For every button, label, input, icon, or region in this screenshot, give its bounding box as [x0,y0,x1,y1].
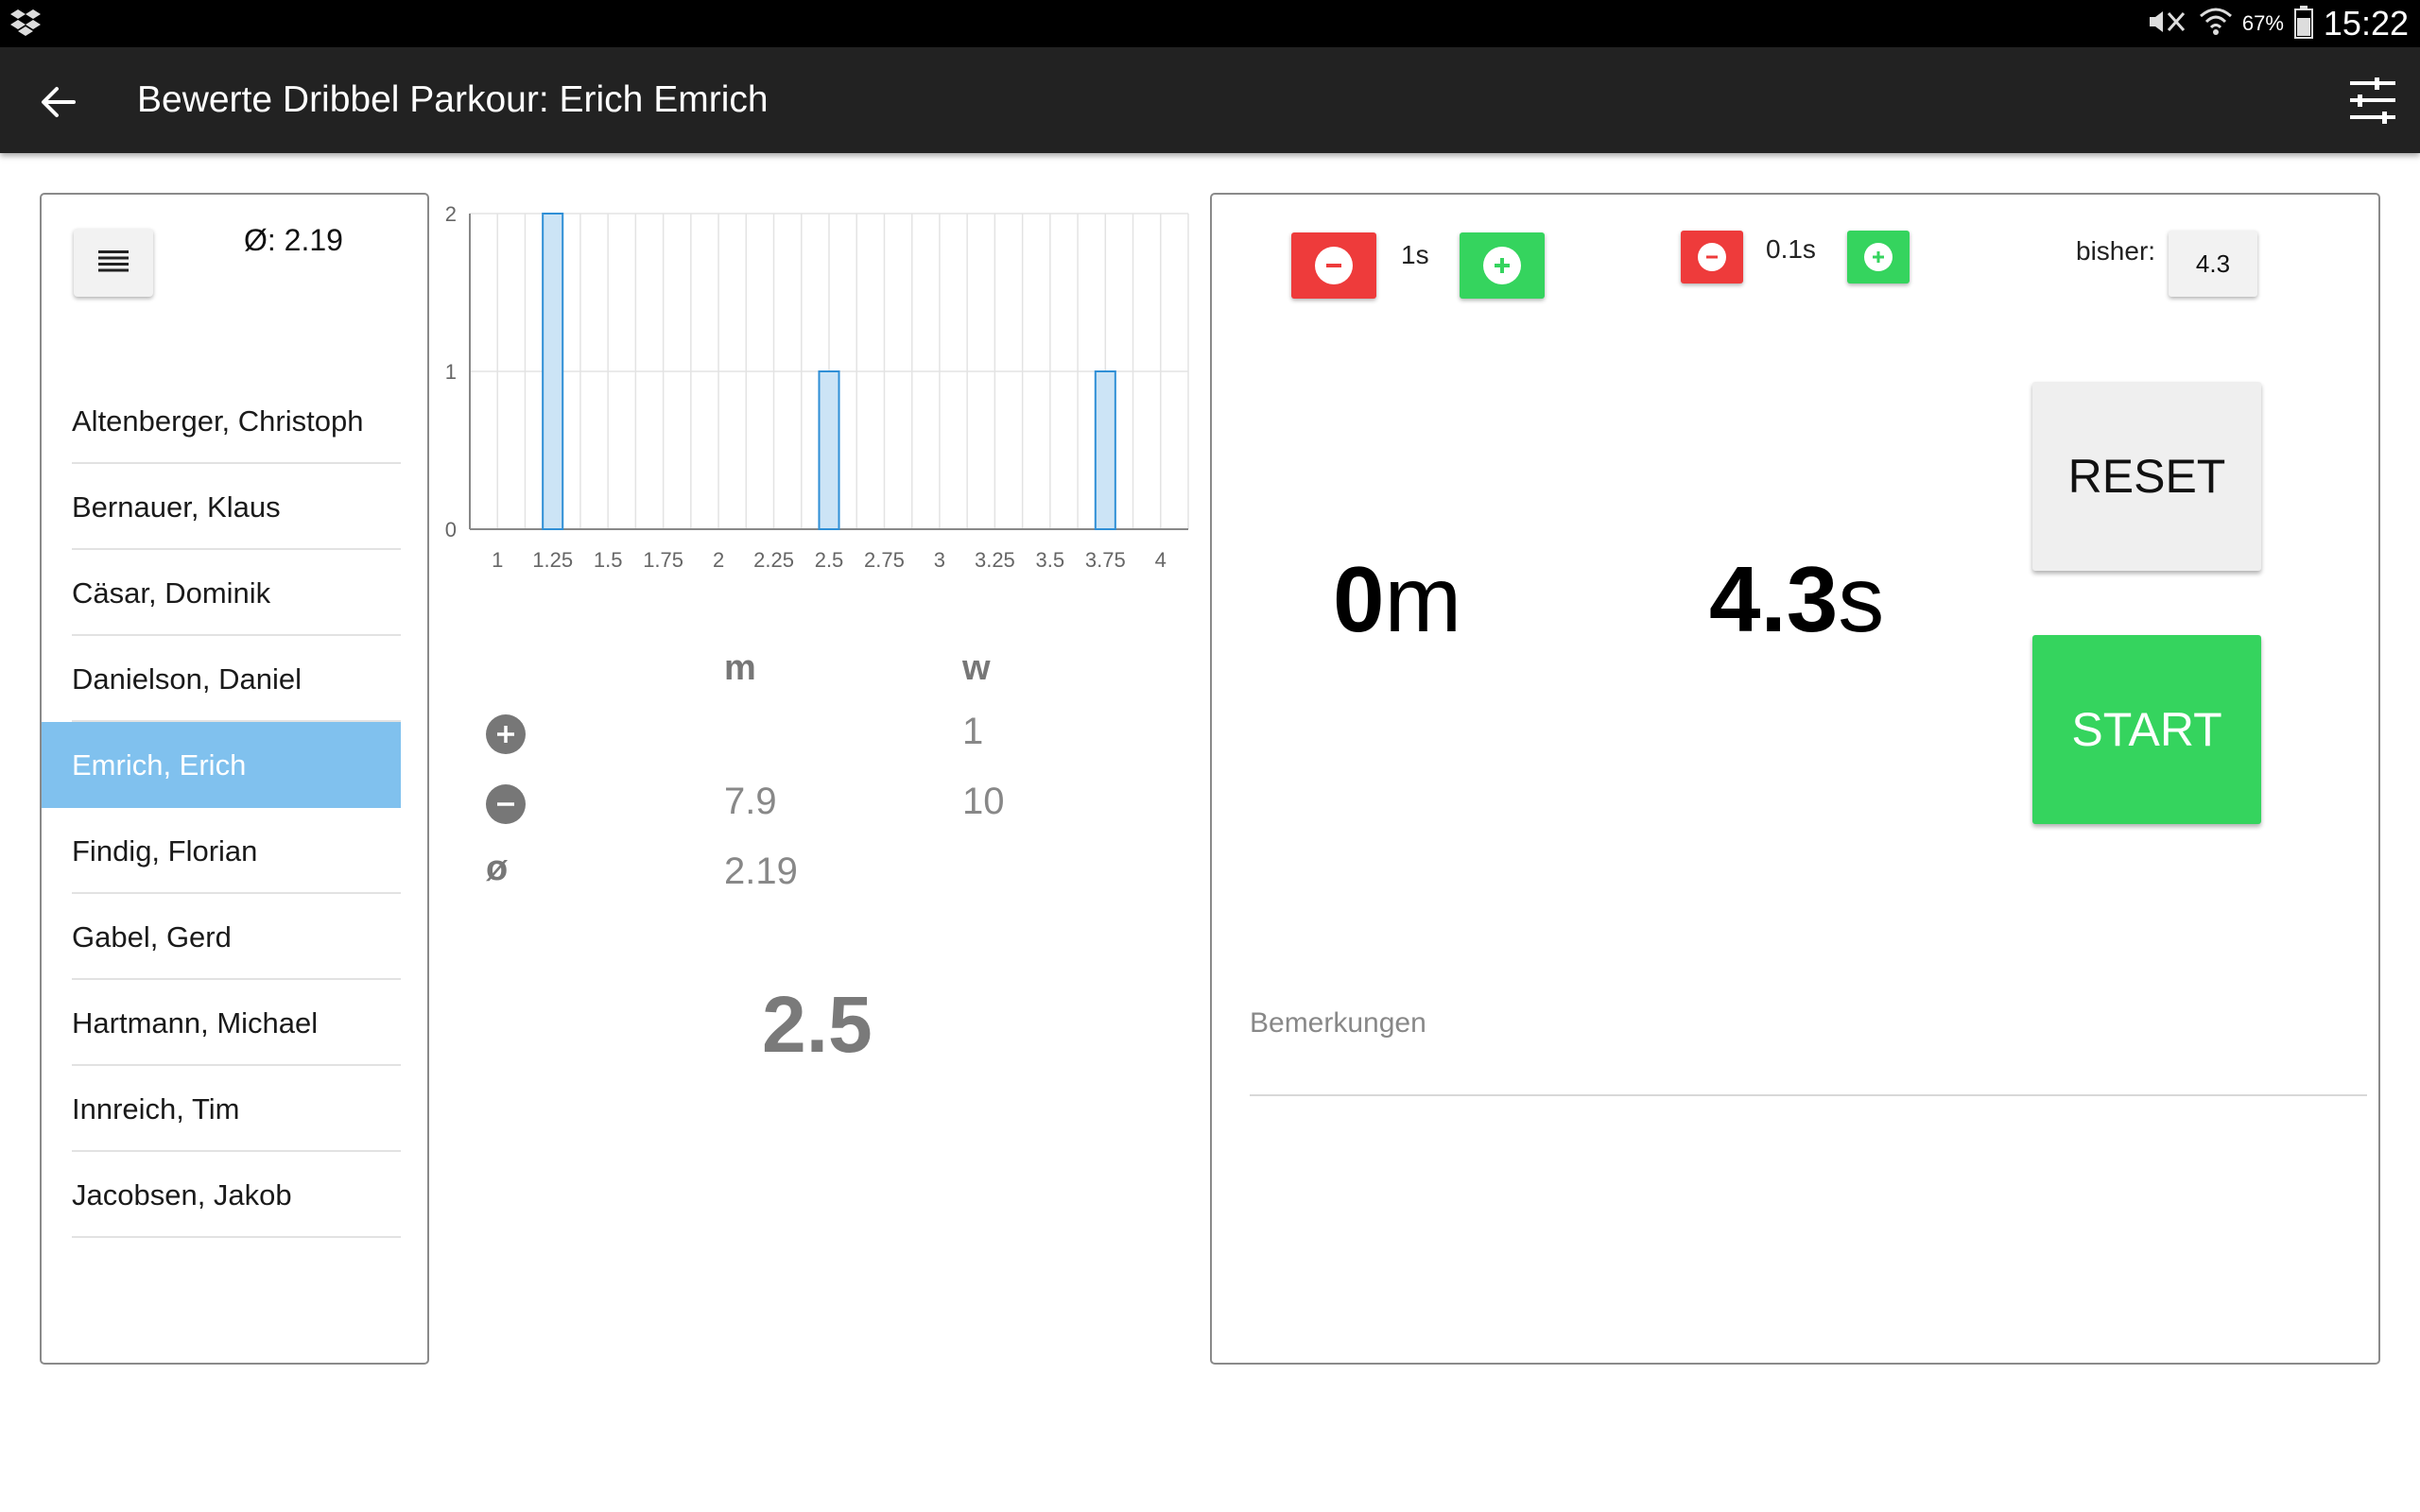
page-title: Bewerte Dribbel Parkour: Erich Emrich [137,79,769,120]
histogram-bar [1094,370,1116,530]
x-tick-label: 1.25 [532,548,573,572]
player-item[interactable]: Bernauer, Klaus [72,464,401,550]
remarks-field[interactable]: Bemerkungen [1250,1000,2367,1096]
player-list: Altenberger, Christoph Bernauer, Klaus C… [42,378,401,1238]
plus-1s-button[interactable] [1460,232,1545,299]
player-item[interactable]: Altenberger, Christoph [72,378,401,464]
previous-value-button[interactable]: 4.3 [2169,231,2257,297]
plus-icon [1483,247,1521,284]
x-tick-label: 1.5 [594,548,623,572]
start-button[interactable]: START [2032,635,2261,824]
remarks-placeholder: Bemerkungen [1250,1007,1426,1039]
score-value: 2.5 [762,980,873,1069]
minus-icon [1315,247,1353,284]
time-display: 4.3s [1709,546,1884,653]
x-tick-label: 1.75 [643,548,683,572]
minus-m-value: 7.9 [724,781,777,822]
plus-icon [1864,243,1893,271]
step-1s-label: 1s [1401,240,1429,269]
previous-label: bisher: [2076,236,2156,266]
player-item[interactable]: Hartmann, Michael [72,980,401,1066]
mute-icon [2146,8,2189,41]
minus-circle-icon [486,784,526,824]
x-tick-label: 2 [713,548,724,572]
histogram-bar [542,213,564,530]
menu-icon [98,249,129,277]
score-histogram-chart: 0 1 2 1 1.25 1.5 1.75 2 2.25 2.5 2.75 3 3.25 3.5 3.75 4 [445,202,1189,572]
step-0-1s-label: 0.1s [1766,234,1816,264]
clock: 15:22 [2323,4,2409,43]
back-arrow-icon[interactable] [38,81,79,123]
x-tick-label: 3 [934,548,945,572]
distance-unit: m [1384,547,1462,651]
time-unit: s [1838,547,1885,651]
minus-1s-button[interactable] [1291,232,1376,299]
player-item-selected[interactable]: Emrich, Erich [42,722,401,808]
tune-settings-icon[interactable] [2346,74,2399,127]
player-item[interactable]: Cäsar, Dominik [72,550,401,636]
average-m-value: 2.19 [724,850,798,892]
x-tick-label: 3.25 [975,548,1015,572]
plus-circle-icon [486,714,526,754]
player-item[interactable]: Danielson, Daniel [72,636,401,722]
average-symbol: ø [486,849,509,888]
distance-display: 0m [1333,546,1461,653]
player-item[interactable]: Gabel, Gerd [72,894,401,980]
app-bar: Bewerte Dribbel Parkour: Erich Emrich [0,47,2420,153]
plus-w-value: 1 [962,711,984,752]
reset-button[interactable]: RESET [2032,382,2261,571]
plus-0-1s-button[interactable] [1847,231,1910,284]
battery-percent: 67% [2241,11,2284,35]
x-tick-label: 4 [1155,548,1167,572]
player-item[interactable]: Jacobsen, Jakob [72,1152,401,1238]
x-tick-label: 3.75 [1085,548,1126,572]
menu-button[interactable] [74,229,153,297]
minus-0-1s-button[interactable] [1681,231,1743,284]
y-tick-label: 1 [445,360,457,384]
wifi-icon [2199,7,2233,42]
histogram-bar [818,370,840,530]
x-tick-label: 1 [492,548,503,572]
col-header-w: w [962,648,991,688]
battery-icon [2293,5,2314,43]
dropbox-icon [9,9,42,42]
average-score: Ø: 2.19 [244,223,343,257]
x-tick-label: 2.25 [753,548,794,572]
y-tick-label: 2 [445,202,457,226]
minus-w-value: 10 [962,781,1005,822]
x-tick-label: 3.5 [1036,548,1065,572]
col-header-m: m [724,648,756,688]
player-item[interactable]: Findig, Florian [72,808,401,894]
distance-value: 0 [1333,547,1385,651]
minus-icon [1698,243,1726,271]
y-tick-label: 0 [445,518,457,541]
time-value: 4.3 [1709,547,1839,651]
player-item[interactable]: Innreich, Tim [72,1066,401,1152]
x-tick-label: 2.5 [815,548,844,572]
x-tick-label: 2.75 [864,548,905,572]
status-bar: 67% 15:22 [0,0,2420,47]
